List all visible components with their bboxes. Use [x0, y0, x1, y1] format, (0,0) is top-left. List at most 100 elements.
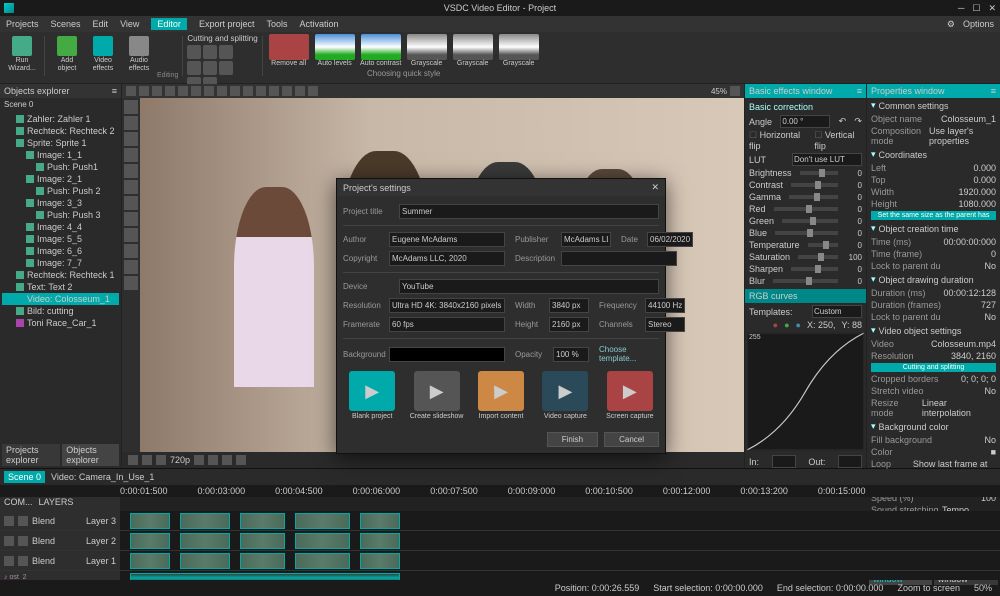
template-option[interactable]: ▶Screen capture [601, 371, 659, 420]
in-input[interactable] [772, 455, 796, 468]
opacity-input[interactable] [553, 347, 589, 362]
template-option[interactable]: ▶Video capture [536, 371, 594, 420]
property-row[interactable]: Duration (frames)727 [867, 299, 1000, 311]
shape-tool-icon[interactable] [124, 180, 138, 194]
prev-frame-icon[interactable] [128, 455, 138, 465]
tool-button[interactable] [217, 86, 227, 96]
tool-icon[interactable] [203, 61, 217, 75]
tree-item[interactable]: Image: 1_1 [2, 149, 119, 161]
resolution-select[interactable] [389, 298, 505, 313]
eye-icon[interactable] [4, 556, 14, 566]
choose-template-link[interactable]: Choose template... [599, 345, 659, 363]
style-grayscale-2[interactable]: Grayscale [451, 34, 495, 67]
clip[interactable] [130, 553, 170, 569]
clip[interactable] [240, 553, 285, 569]
panel-menu-icon[interactable]: ≡ [857, 86, 862, 96]
control-button[interactable] [236, 455, 246, 465]
property-row[interactable]: Time (frame)0 [867, 248, 1000, 260]
lut-select[interactable] [792, 153, 862, 166]
tree-item[interactable]: Image: 5_5 [2, 233, 119, 245]
clip[interactable] [295, 553, 350, 569]
frequency-select[interactable] [645, 298, 685, 313]
style-auto-contrast[interactable]: Auto contrast [359, 34, 403, 67]
property-row[interactable]: Left0.000 [867, 162, 1000, 174]
shape-tool-icon[interactable] [124, 164, 138, 178]
project-title-input[interactable] [399, 204, 659, 219]
zoom-button[interactable] [730, 86, 740, 96]
property-row[interactable]: Lock to parent duNo [867, 260, 1000, 272]
tool-button[interactable] [243, 86, 253, 96]
tree-item[interactable]: Rechteck: Rechteck 2 [2, 125, 119, 137]
shape-tool-icon[interactable] [124, 212, 138, 226]
property-row[interactable]: Stretch videoNo [867, 385, 1000, 397]
zoom-value[interactable]: 45% [711, 87, 727, 96]
device-select[interactable] [399, 279, 659, 294]
finish-button[interactable]: Finish [547, 432, 598, 447]
shape-tool-icon[interactable] [124, 228, 138, 242]
scene-tab[interactable]: Scene 0 [4, 471, 45, 483]
effect-slider[interactable] [808, 243, 838, 247]
clip[interactable] [360, 513, 400, 529]
tool-button[interactable] [126, 86, 136, 96]
effect-slider[interactable] [774, 207, 838, 211]
clip[interactable] [130, 513, 170, 529]
property-row[interactable]: Lock to parent duNo [867, 311, 1000, 323]
clip[interactable] [360, 533, 400, 549]
maximize-icon[interactable]: ☐ [972, 3, 980, 14]
tool-button[interactable] [178, 86, 188, 96]
channels-select[interactable] [645, 317, 685, 332]
control-button[interactable] [194, 455, 204, 465]
tree-item[interactable]: Video: Colosseum_1 [2, 293, 119, 305]
menu-tools[interactable]: Tools [266, 19, 287, 29]
lock-icon[interactable] [18, 536, 28, 546]
clip[interactable] [295, 513, 350, 529]
shape-tool-icon[interactable] [124, 244, 138, 258]
effect-slider[interactable] [791, 183, 838, 187]
property-row[interactable]: Cropped borders0; 0; 0; 0 [867, 373, 1000, 385]
clip[interactable] [295, 533, 350, 549]
tree-item[interactable]: Sprite: Sprite 1 [2, 137, 119, 149]
property-row[interactable]: Time (ms)00:00:00:000 [867, 236, 1000, 248]
clip[interactable] [180, 533, 230, 549]
zoom-percent[interactable]: 50% [974, 583, 992, 593]
options-label[interactable]: Options [963, 19, 994, 29]
menu-editor[interactable]: Editor [151, 18, 187, 30]
effect-slider[interactable] [782, 219, 838, 223]
property-row[interactable]: Height1080.000 [867, 198, 1000, 210]
hflip-checkbox[interactable]: Horizontal flip [749, 130, 800, 151]
menu-scenes[interactable]: Scenes [51, 19, 81, 29]
tree-item[interactable]: Toni Race_Car_1 [2, 317, 119, 329]
description-input[interactable] [561, 251, 677, 266]
tree-item[interactable]: Bild: cutting [2, 305, 119, 317]
tool-button[interactable] [295, 86, 305, 96]
run-wizard-button[interactable]: RunWizard... [4, 34, 40, 74]
close-icon[interactable]: ✕ [988, 3, 996, 14]
cancel-button[interactable]: Cancel [604, 432, 659, 447]
tool-icon[interactable] [219, 61, 233, 75]
rotate-left-icon[interactable]: ↶ [839, 116, 847, 127]
tree-item[interactable]: Push: Push 3 [2, 209, 119, 221]
control-button[interactable] [208, 455, 218, 465]
menu-view[interactable]: View [120, 19, 139, 29]
style-grayscale-3[interactable]: Grayscale [497, 34, 541, 67]
same-size-button[interactable]: Set the same size as the parent has [871, 211, 996, 220]
property-row[interactable]: Object nameColosseum_1 [867, 113, 1000, 125]
framerate-select[interactable] [389, 317, 505, 332]
tree-item[interactable]: Zahler: Zahler 1 [2, 113, 119, 125]
property-row[interactable]: Top0.000 [867, 174, 1000, 186]
tree-item[interactable]: Push: Push1 [2, 161, 119, 173]
property-row[interactable]: Color■ [867, 446, 1000, 458]
tool-button[interactable] [204, 86, 214, 96]
template-option[interactable]: ▶Blank project [343, 371, 401, 420]
menu-projects[interactable]: Projects [6, 19, 39, 29]
effect-slider[interactable] [798, 255, 838, 259]
template-option[interactable]: ▶Import content [472, 371, 530, 420]
menu-activation[interactable]: Activation [299, 19, 338, 29]
effect-slider[interactable] [800, 171, 838, 175]
lock-icon[interactable] [18, 556, 28, 566]
effect-slider[interactable] [791, 267, 838, 271]
tool-icon[interactable] [187, 61, 201, 75]
audio-clip[interactable] [130, 573, 400, 580]
tree-item[interactable]: Image: 4_4 [2, 221, 119, 233]
effect-slider[interactable] [773, 279, 838, 283]
